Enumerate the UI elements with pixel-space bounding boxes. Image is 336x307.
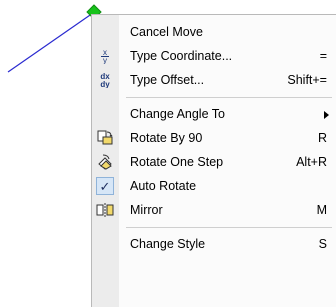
checkmark-icon: ✓ <box>95 177 115 195</box>
menu-item-label: Rotate By 90 <box>130 131 203 145</box>
menu-item-shortcut: = <box>319 49 327 63</box>
xy-coordinate-icon: x y <box>95 48 115 64</box>
menu-item-mirror[interactable]: Mirror M <box>92 199 336 221</box>
menu-item-change-angle-to[interactable]: Change Angle To <box>92 103 336 125</box>
drawn-line-segment[interactable] <box>7 12 94 73</box>
menu-item-label: Change Style <box>130 237 206 251</box>
svg-text:dy: dy <box>100 80 110 88</box>
menu-item-shortcut: Shift+= <box>287 73 327 87</box>
menu-item-label: Type Offset... <box>130 73 205 87</box>
rotate-step-icon <box>95 154 115 170</box>
menu-item-shortcut: M <box>316 203 327 217</box>
menu-item-change-style[interactable]: Change Style S <box>92 233 336 255</box>
menu-item-label: Type Coordinate... <box>130 49 233 63</box>
menu-item-shortcut: S <box>318 237 327 251</box>
menu-item-rotate-by-90[interactable]: Rotate By 90 R <box>92 127 336 149</box>
menu-item-label: Mirror <box>130 203 163 217</box>
rotate-90-icon <box>95 130 115 146</box>
menu-item-label: Cancel Move <box>130 25 203 39</box>
menu-item-label: Auto Rotate <box>130 179 197 193</box>
menu-item-type-coordinate[interactable]: x y Type Coordinate... = <box>92 45 336 67</box>
menu-item-shortcut: R <box>317 131 327 145</box>
menu-item-rotate-one-step[interactable]: Rotate One Step Alt+R <box>92 151 336 173</box>
dx-dy-offset-icon: dx dy <box>95 72 115 88</box>
menu-item-label: Change Angle To <box>130 107 225 121</box>
submenu-arrow-icon <box>324 111 329 119</box>
menu-item-auto-rotate[interactable]: ✓ Auto Rotate <box>92 175 336 197</box>
svg-text:y: y <box>103 56 107 64</box>
menu-separator <box>126 227 332 228</box>
menu-item-shortcut: Alt+R <box>296 155 327 169</box>
menu-item-cancel-move[interactable]: Cancel Move <box>92 21 336 43</box>
menu-item-type-offset[interactable]: dx dy Type Offset... Shift+= <box>92 69 336 91</box>
menu-separator <box>126 97 332 98</box>
mirror-icon <box>95 202 115 218</box>
menu-item-label: Rotate One Step <box>130 155 224 169</box>
context-menu: Cancel Move x y Type Coordinate... = dx … <box>91 14 336 307</box>
